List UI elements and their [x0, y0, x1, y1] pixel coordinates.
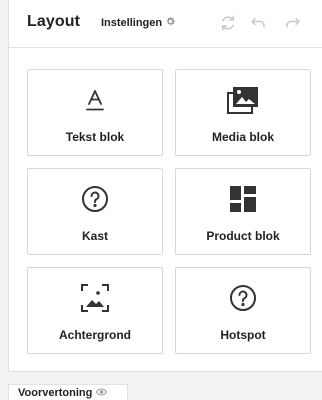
layout-header: Layout Instellingen: [9, 0, 322, 48]
preview-tab[interactable]: Voorvertoning: [8, 384, 128, 400]
block-card-kast[interactable]: Kast: [27, 168, 163, 255]
question-circle-icon: [176, 284, 310, 312]
block-card-achtergrond[interactable]: Achtergrond: [27, 267, 163, 354]
panel-title: Layout: [27, 13, 81, 30]
settings-button[interactable]: Instellingen: [101, 16, 176, 30]
redo-icon[interactable]: [284, 14, 302, 32]
block-card-tekst-blok[interactable]: Tekst blok: [27, 69, 163, 156]
block-label: Media blok: [211, 130, 274, 144]
media-images-icon: [176, 86, 310, 114]
layout-panel: Layout Instellingen Tekst blok Media blo…: [8, 0, 322, 372]
undo-icon[interactable]: [249, 14, 267, 32]
settings-label: Instellingen: [101, 17, 163, 29]
text-icon: [28, 86, 162, 114]
eye-icon: [96, 387, 108, 399]
block-card-media-blok[interactable]: Media blok: [175, 69, 311, 156]
grid-layout-icon: [176, 185, 310, 213]
block-label: Hotspot: [220, 328, 266, 342]
preview-label: Voorvertoning: [18, 386, 93, 399]
block-label: Kast: [81, 229, 108, 243]
block-card-hotspot[interactable]: Hotspot: [175, 267, 311, 354]
block-label: Product blok: [206, 229, 280, 243]
block-grid: Tekst blok Media blok Kast Product blok …: [9, 48, 322, 372]
question-circle-icon: [28, 185, 162, 213]
block-card-product-blok[interactable]: Product blok: [175, 168, 311, 255]
block-label: Tekst blok: [65, 130, 125, 144]
gear-icon: [165, 16, 176, 30]
block-label: Achtergrond: [59, 328, 131, 342]
refresh-icon[interactable]: [219, 14, 237, 32]
background-image-icon: [28, 284, 162, 312]
